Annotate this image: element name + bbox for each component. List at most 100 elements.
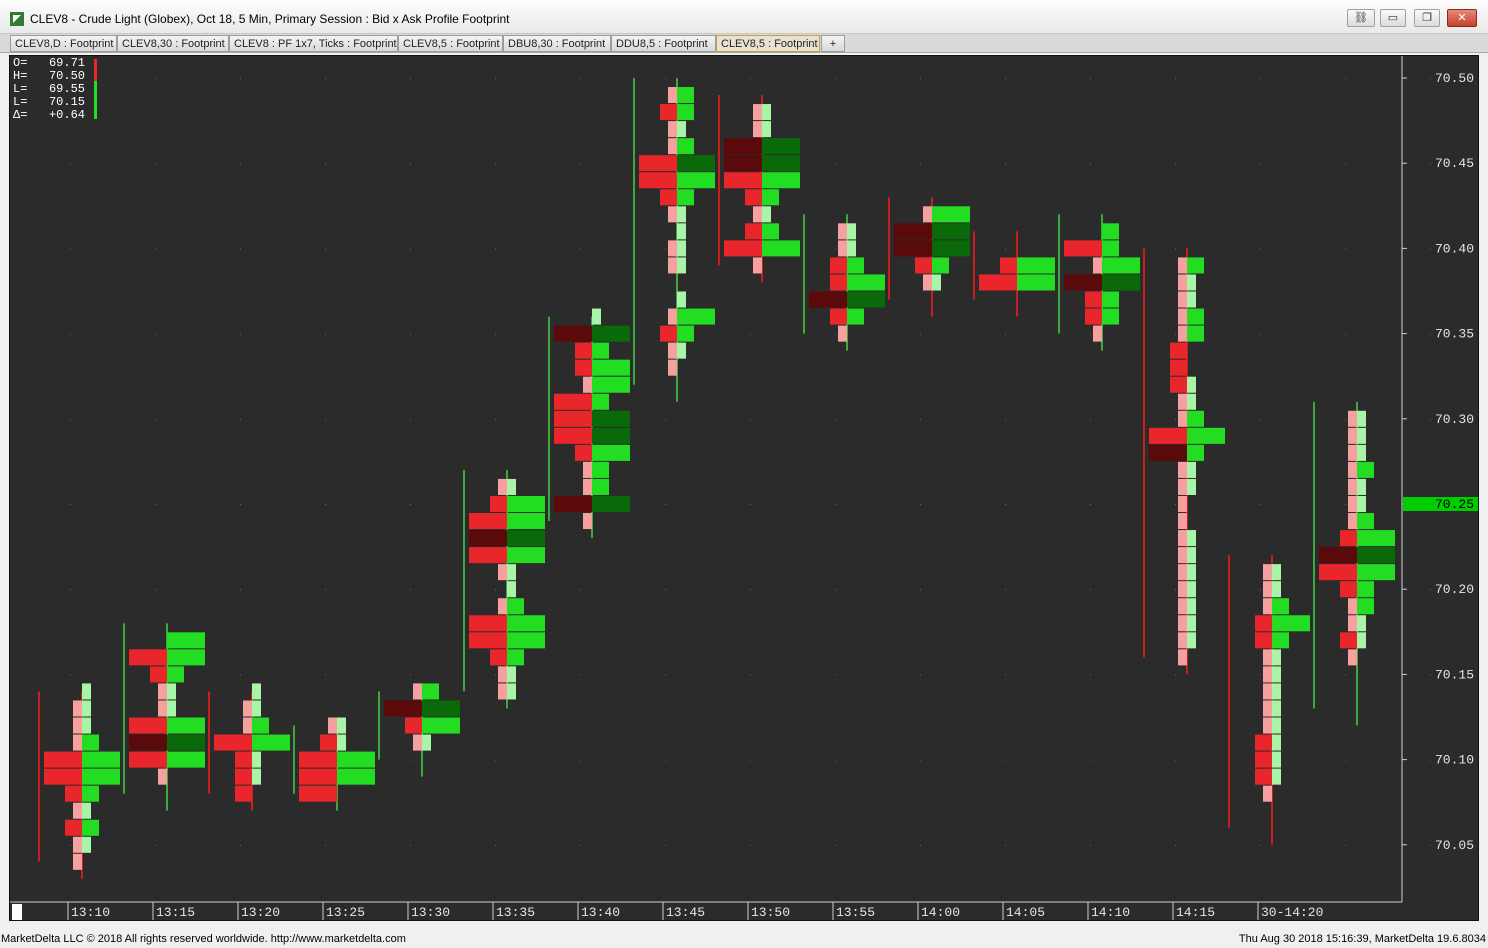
minimize-button[interactable]: ▭ xyxy=(1380,9,1406,27)
grid-dot xyxy=(1430,418,1431,420)
grid-dot xyxy=(1175,844,1176,846)
bid-cell xyxy=(660,325,677,342)
footprint-chart[interactable]: 70.50 70.45 70.40 70.35 70.30 70.25 70.20 70.15… xyxy=(9,55,1479,921)
ask-cell xyxy=(1187,581,1196,598)
grid-dot xyxy=(240,674,241,676)
bid-cell xyxy=(1263,564,1272,581)
tab-clev8-30[interactable]: CLEV8,30 : Footprint xyxy=(117,35,229,52)
ask-cell xyxy=(167,649,205,666)
ask-cell xyxy=(1357,547,1395,564)
bid-cell xyxy=(498,478,507,495)
ask-cell xyxy=(422,700,460,717)
bid-cell xyxy=(660,104,677,121)
tab-dbu8-30[interactable]: DBU8,30 : Footprint xyxy=(503,35,611,52)
bid-cell xyxy=(1340,530,1357,547)
bid-cell xyxy=(1178,257,1187,274)
bid-cell xyxy=(668,138,677,155)
ohlc-bar-red xyxy=(94,59,97,81)
ask-cell xyxy=(82,836,91,853)
ask-cell xyxy=(762,240,800,257)
ask-cell xyxy=(1102,240,1119,257)
ask-cell xyxy=(677,206,686,223)
bid-cell xyxy=(830,274,847,291)
ask-cell xyxy=(1187,308,1204,325)
time-label: 13:55 xyxy=(836,905,875,920)
tab-clev8-pf[interactable]: CLEV8 : PF 1x7, Ticks : Footprint xyxy=(229,35,398,52)
grid-dot xyxy=(1260,504,1261,505)
app-icon xyxy=(10,12,24,26)
bid-cell xyxy=(129,717,167,734)
grid-dot xyxy=(1345,78,1346,79)
bid-cell xyxy=(838,240,847,257)
tab-bar: CLEV8,D : Footprint CLEV8,30 : Footprint… xyxy=(0,34,1488,53)
tab-ddu8-5[interactable]: DDU8,5 : Footprint xyxy=(611,35,716,52)
bid-cell xyxy=(73,700,82,717)
grid-dot xyxy=(1430,163,1431,165)
tab-clev8-5[interactable]: CLEV8,5 : Footprint xyxy=(398,35,503,52)
ask-cell xyxy=(677,155,715,172)
chart-canvas[interactable]: 70.50 70.45 70.40 70.35 70.30 70.25 70.20 70.15… xyxy=(10,56,1478,920)
ask-cell xyxy=(847,223,856,240)
link-icon[interactable]: ⛓ xyxy=(1347,9,1375,27)
grid-dot xyxy=(70,844,71,846)
ask-cell xyxy=(762,223,779,240)
tab-clev8-5-active[interactable]: CLEV8,5 : Footprint xyxy=(716,35,820,52)
bid-cell xyxy=(469,547,507,564)
grid-dot xyxy=(1175,78,1176,79)
grid-dot xyxy=(580,844,581,846)
bid-cell xyxy=(490,649,507,666)
grid-dot xyxy=(750,78,751,79)
grid-dot xyxy=(495,248,496,250)
ask-cell xyxy=(762,172,800,189)
bid-cell xyxy=(1255,734,1272,751)
ohlc-label: L= xyxy=(13,95,27,109)
grid-dot xyxy=(665,844,666,846)
restore-button[interactable]: ❐ xyxy=(1414,9,1440,27)
grid-dot xyxy=(1430,759,1431,761)
ask-cell xyxy=(167,751,205,768)
grid-dot xyxy=(665,78,666,79)
range-line xyxy=(1143,248,1145,658)
footprint-bar-1425 xyxy=(1313,401,1395,726)
price-label: 70.45 xyxy=(1435,156,1474,171)
bid-cell xyxy=(583,478,592,495)
ask-cell xyxy=(252,751,261,768)
grid-dot xyxy=(1090,78,1091,79)
ask-cell xyxy=(1272,564,1281,581)
bid-cell xyxy=(1178,547,1187,564)
ohlc-label: O= xyxy=(13,56,27,70)
close-button[interactable]: ✕ xyxy=(1447,9,1477,27)
time-label: 13:40 xyxy=(581,905,620,920)
grid-dot xyxy=(835,844,836,846)
ask-cell xyxy=(1187,427,1225,444)
bid-cell xyxy=(413,683,422,700)
bid-cell xyxy=(1348,478,1357,495)
tab-clev8-d[interactable]: CLEV8,D : Footprint xyxy=(10,35,117,52)
grid-dot xyxy=(325,844,326,846)
footprint-bar-1315 xyxy=(123,623,205,811)
bid-cell xyxy=(65,785,82,802)
grid-dot xyxy=(155,163,156,165)
grid-dot xyxy=(920,418,921,420)
ask-cell xyxy=(82,819,99,836)
grid-dot xyxy=(1005,504,1006,505)
grid-dot xyxy=(240,163,241,165)
range-line xyxy=(803,214,805,334)
range-line xyxy=(1228,555,1230,828)
ask-cell xyxy=(1357,513,1374,530)
add-tab-button[interactable]: + xyxy=(821,35,845,52)
time-label: 13:30 xyxy=(411,905,450,920)
grid-dot xyxy=(1175,504,1176,505)
bid-cell xyxy=(554,495,592,513)
ask-cell xyxy=(762,121,771,138)
bid-cell xyxy=(299,751,337,768)
footprint-bar-1420 xyxy=(1228,555,1310,845)
bid-cell xyxy=(753,257,762,274)
ask-cell xyxy=(762,189,779,206)
grid-dot xyxy=(920,163,921,165)
grid-dot xyxy=(495,589,496,591)
ask-cell xyxy=(677,104,694,121)
bid-cell xyxy=(1064,240,1102,257)
grid-dot xyxy=(1430,333,1431,335)
ohlc-value: 70.50 xyxy=(49,69,85,83)
